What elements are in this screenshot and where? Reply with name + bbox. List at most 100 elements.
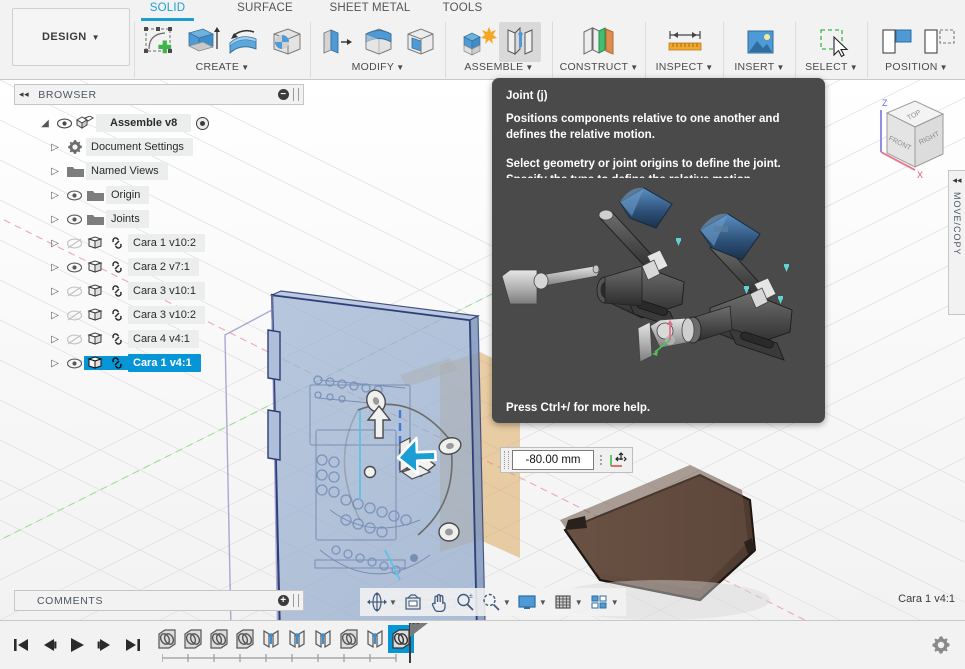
panel-create-label[interactable]: CREATE ▼	[196, 61, 250, 73]
create-sketch-button[interactable]	[139, 22, 181, 62]
chevron-down-icon[interactable]: ▼	[575, 598, 583, 607]
timeline-feature-revolute-joint-3[interactable]	[310, 625, 336, 653]
expand-arrow-icon[interactable]: ▷	[46, 166, 64, 177]
insert-canvas-button[interactable]	[739, 22, 781, 62]
expand-arrow-icon[interactable]: ▷	[46, 286, 64, 297]
move-copy-button[interactable]	[917, 22, 959, 62]
timeline-feature-revolute-joint-4[interactable]	[362, 625, 388, 653]
tree-item-cara-4-v4-1[interactable]: ▷ Cara 4 v4:1	[14, 327, 304, 351]
tab-surface[interactable]: SURFACE	[220, 2, 310, 14]
expand-arrow-icon[interactable]: ◢	[36, 118, 54, 129]
minimize-icon[interactable]: −	[278, 89, 289, 100]
panel-select-label[interactable]: SELECT ▼	[805, 61, 858, 73]
look-at-button[interactable]	[400, 589, 426, 615]
timeline-feature-rigid-joint-5[interactable]	[336, 625, 362, 653]
align-button[interactable]	[875, 22, 917, 62]
view-cube-faces[interactable]: TOP FRONT RIGHT	[885, 100, 945, 168]
expand-arrow-icon[interactable]: ▷	[46, 142, 64, 153]
panel-construct-label[interactable]: CONSTRUCT ▼	[560, 61, 639, 73]
display-settings-button[interactable]: ▼	[514, 589, 550, 615]
dimension-input-widget[interactable]: -80.00 mm	[500, 447, 633, 473]
visibility-eye-icon[interactable]	[64, 190, 84, 201]
distance-value-input[interactable]: -80.00 mm	[512, 450, 594, 470]
expand-arrow-icon[interactable]: ▷	[46, 214, 64, 225]
tree-item-cara-3-v10-1[interactable]: ▷ Cara 3 v10:1	[14, 279, 304, 303]
new-component-button[interactable]	[457, 22, 499, 62]
pan-button[interactable]	[426, 589, 452, 615]
panel-position-label[interactable]: POSITION ▼	[885, 61, 948, 73]
panel-assemble-label[interactable]: ASSEMBLE ▼	[464, 61, 533, 73]
collapse-left-icon[interactable]: ◂◂	[952, 175, 961, 186]
tree-item-joints[interactable]: ▷ Joints	[14, 207, 304, 231]
expand-arrow-icon[interactable]: ▷	[46, 262, 64, 273]
timeline-feature-revolute-joint-2[interactable]	[284, 625, 310, 653]
press-pull-button[interactable]	[315, 22, 357, 62]
timeline-settings-button[interactable]	[931, 635, 951, 658]
comments-panel[interactable]: COMMENTS +	[14, 590, 304, 611]
collapse-left-icon[interactable]: ◂◂	[19, 89, 29, 100]
panel-insert-label[interactable]: INSERT ▼	[734, 61, 784, 73]
tree-item-origin[interactable]: ▷ Origin	[14, 183, 304, 207]
drag-handle[interactable]	[504, 451, 509, 469]
tree-item-document-settings[interactable]: ▷ Document Settings	[14, 135, 304, 159]
timeline-end-marker[interactable]	[406, 623, 432, 667]
expand-arrow-icon[interactable]: ▷	[46, 358, 64, 369]
chevron-down-icon[interactable]: ▼	[611, 598, 619, 607]
step-back-button[interactable]	[36, 630, 62, 660]
expand-arrow-icon[interactable]: ▷	[46, 334, 64, 345]
timeline-feature-rigid-joint-1[interactable]	[154, 625, 180, 653]
orbit-button[interactable]: ▼	[364, 589, 400, 615]
joint-button[interactable]	[499, 22, 541, 62]
visibility-eye-icon[interactable]	[64, 358, 84, 369]
measure-button[interactable]	[661, 22, 709, 62]
panel-inspect-label[interactable]: INSPECT ▼	[656, 61, 714, 73]
activate-component-radio[interactable]	[196, 116, 210, 130]
visibility-eye-off-icon[interactable]	[64, 286, 84, 297]
resize-grip[interactable]	[293, 594, 299, 607]
revolve-button[interactable]	[223, 22, 265, 62]
tree-root-assemble[interactable]: ◢ Assemble v8	[14, 111, 304, 135]
visibility-eye-icon[interactable]	[64, 214, 84, 225]
tree-item-cara-3-v10-2[interactable]: ▷ Cara 3 v10:2	[14, 303, 304, 327]
extrude-button[interactable]	[181, 22, 223, 62]
more-options-icon[interactable]	[597, 455, 605, 465]
tree-item-cara-1-v4-1[interactable]: ▷ Cara 1 v4:1	[14, 351, 304, 375]
panel-modify-label[interactable]: MODIFY ▼	[352, 61, 405, 73]
visibility-eye-icon[interactable]	[64, 262, 84, 273]
play-button[interactable]	[64, 630, 90, 660]
visibility-eye-icon[interactable]	[54, 118, 74, 129]
step-forward-button[interactable]	[92, 630, 118, 660]
view-cube[interactable]: TOP FRONT RIGHT Z X	[857, 88, 957, 188]
timeline-feature-rigid-joint-4[interactable]	[232, 625, 258, 653]
move-copy-side-panel[interactable]: ◂◂ MOVE/COPY	[948, 170, 965, 315]
chevron-down-icon[interactable]: ▼	[389, 598, 397, 607]
hole-button[interactable]	[265, 22, 307, 62]
zoom-button[interactable]: ±	[452, 589, 478, 615]
fillet-button[interactable]	[357, 22, 399, 62]
visibility-eye-off-icon[interactable]	[64, 310, 84, 321]
design-workspace-menu[interactable]: DESIGN ▼	[12, 8, 130, 66]
expand-arrow-icon[interactable]: ▷	[46, 238, 64, 249]
expand-arrow-icon[interactable]: ▷	[46, 310, 64, 321]
visibility-eye-off-icon[interactable]	[64, 238, 84, 249]
add-comment-icon[interactable]: +	[278, 595, 289, 606]
select-window-button[interactable]	[811, 22, 853, 62]
viewports-button[interactable]: ▼	[586, 589, 622, 615]
go-to-end-button[interactable]	[120, 630, 146, 660]
tab-solid[interactable]: SOLID	[130, 2, 205, 14]
grid-snaps-button[interactable]: ▼	[550, 589, 586, 615]
timeline-feature-rigid-joint-3[interactable]	[206, 625, 232, 653]
tree-item-cara-2-v7-1[interactable]: ▷ Cara 2 v7:1	[14, 255, 304, 279]
tab-tools[interactable]: TOOLS	[425, 2, 500, 14]
chevron-down-icon[interactable]: ▼	[503, 598, 511, 607]
shell-button[interactable]	[399, 22, 441, 62]
timeline-feature-revolute-joint-1[interactable]	[258, 625, 284, 653]
tree-item-cara-1-v10-2[interactable]: ▷ Cara 1 v10:2	[14, 231, 304, 255]
go-to-beginning-button[interactable]	[8, 630, 34, 660]
fit-button[interactable]: ▼	[478, 589, 514, 615]
tab-sheet-metal[interactable]: SHEET METAL	[315, 2, 425, 14]
expand-arrow-icon[interactable]: ▷	[46, 190, 64, 201]
resize-grip[interactable]	[293, 88, 299, 101]
visibility-eye-off-icon[interactable]	[64, 334, 84, 345]
offset-plane-button[interactable]	[573, 22, 625, 62]
